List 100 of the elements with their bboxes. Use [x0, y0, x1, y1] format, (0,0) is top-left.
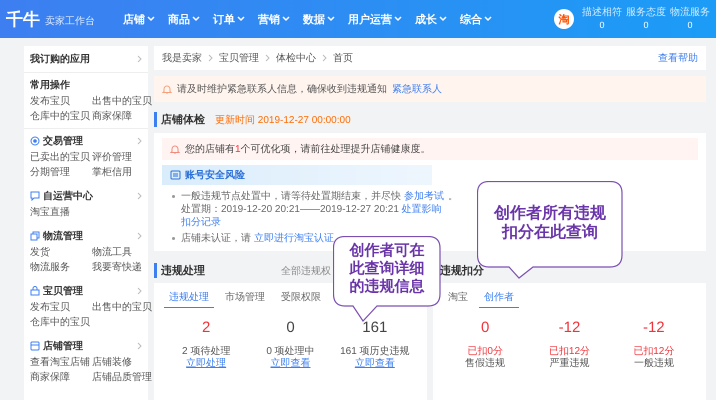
sidebar-section-title: 常用操作 [30, 78, 71, 92]
nav-menu-item[interactable]: 店铺 [123, 12, 155, 26]
section-title: 店铺体检 [161, 112, 205, 127]
stat-label: 严重违规 [549, 358, 590, 370]
chevron-down-icon [192, 16, 200, 22]
risk-link[interactable]: 参加考试 [404, 191, 444, 202]
sidebar-link[interactable]: 评价管理 [92, 151, 142, 164]
tab[interactable]: 市场管理 [220, 287, 270, 308]
deducted-points: 已扣0分 [467, 346, 503, 358]
breadcrumb-link[interactable]: 宝贝管理 [219, 51, 259, 65]
risk-title: 账号安全风险 [185, 168, 245, 182]
stat-value: -12 [558, 322, 580, 334]
bag-icon [30, 286, 40, 296]
stat-label: 161 项历史违规 [340, 346, 410, 358]
chevron-right-icon [265, 54, 270, 62]
tab[interactable]: 淘宝 [443, 287, 473, 308]
sidebar-link[interactable]: 分期管理 [30, 166, 92, 179]
action-link[interactable]: 立即查看 [270, 358, 310, 370]
chevron-right-icon [137, 287, 142, 295]
stat-value: -12 [642, 322, 665, 334]
sidebar-section-title[interactable]: 店铺管理 [43, 339, 134, 353]
sidebar-link[interactable]: 仓库中的宝贝 [30, 316, 92, 329]
sidebar-link[interactable]: 发布宝贝 [30, 95, 92, 108]
metric-value: 0 [599, 19, 604, 31]
notice-text: 请及时维护紧急联系人信息，确保收到违规通知 [177, 82, 387, 96]
risk-item: 店铺未认证，请 立即进行淘宝认证 [181, 232, 335, 245]
sidebar-link[interactable]: 我要寄快递 [92, 261, 142, 274]
nav-menu-item[interactable]: 订单 [213, 12, 245, 26]
tab[interactable]: 违规处理 [164, 287, 214, 308]
risk-link[interactable]: 处置影响 [402, 204, 442, 215]
callout-text: 创作者所有违规扣分在此查询 [492, 204, 607, 242]
action-link[interactable]: 立即查看 [354, 358, 395, 370]
stat-value: 0 [480, 322, 490, 334]
chevron-right-icon [137, 192, 142, 200]
chevron-down-icon [394, 16, 402, 22]
stat-value: 161 [362, 322, 388, 334]
sidebar-link[interactable]: 出售中的宝贝 [92, 95, 152, 108]
bullet-dot [172, 237, 175, 240]
stat-label: 0 项处理中 [266, 346, 315, 358]
stat-label: 售假违规 [465, 358, 506, 370]
sidebar-link[interactable]: 店铺装修 [92, 356, 152, 369]
document-icon [170, 170, 181, 180]
sidebar-section-title[interactable]: 交易管理 [43, 134, 134, 148]
metric-label: 物流服务 [670, 7, 710, 19]
nav-menu-item[interactable]: 商品 [168, 12, 200, 26]
chevron-right-icon [322, 54, 327, 62]
sidebar-link[interactable]: 商家保障 [92, 110, 152, 123]
chevron-right-icon [137, 137, 142, 145]
chevron-right-icon [208, 54, 213, 62]
sidebar-section-title[interactable]: 自运营中心 [43, 189, 134, 203]
bullet-dot [172, 195, 175, 198]
breadcrumb-link[interactable]: 我是卖家 [162, 51, 202, 65]
sidebar-link[interactable]: 发布宝贝 [30, 301, 92, 314]
sidebar-link[interactable]: 掌柜信用 [92, 166, 142, 179]
metric-label: 服务态度 [626, 7, 666, 19]
tab[interactable]: 创作者 [479, 287, 519, 308]
chevron-down-icon [237, 16, 245, 22]
bell-icon [162, 84, 172, 94]
deducted-points: 已扣12分 [548, 346, 590, 358]
deducted-points: 已扣12分 [633, 346, 674, 358]
risk-link[interactable]: 扣分记录 [181, 217, 221, 228]
sidebar-link[interactable]: 商家保障 [30, 371, 92, 384]
bell-icon [170, 144, 180, 154]
breadcrumb-link[interactable]: 首页 [333, 51, 353, 65]
chevron-down-icon [282, 16, 290, 22]
chevron-down-icon [327, 16, 335, 22]
sidebar-link[interactable]: 物流工具 [92, 246, 142, 259]
stat-value: 2 [202, 322, 210, 334]
logo-text: 千牛 [6, 8, 40, 30]
sidebar-link[interactable]: 查看淘宝店铺 [30, 356, 92, 369]
sidebar-link[interactable]: 出售中的宝贝 [92, 301, 152, 314]
chevron-right-icon [137, 55, 142, 63]
callout-text: 创作者可在此查询详细的违规信息 [348, 242, 426, 296]
tab[interactable]: 受限权限 [276, 287, 326, 308]
risk-link[interactable]: 立即进行淘宝认证 [254, 233, 334, 244]
sidebar-link[interactable]: 发货 [30, 246, 92, 259]
sidebar-section-title[interactable]: 宝贝管理 [43, 284, 134, 298]
chevron-right-icon [137, 232, 142, 240]
sidebar-link[interactable]: 已卖出的宝贝 [30, 151, 92, 164]
sidebar-link[interactable]: 店铺品质管理 [92, 371, 152, 384]
sidebar-header[interactable]: 我订购的应用 [24, 46, 148, 73]
contact-link[interactable]: 紧急联系人 [392, 82, 442, 96]
sidebar-link[interactable]: 淘宝直播 [30, 206, 92, 219]
sidebar-link[interactable]: 物流服务 [30, 261, 92, 274]
chat-icon [30, 191, 40, 201]
sidebar-link[interactable]: 仓库中的宝贝 [30, 110, 92, 123]
logo-subtitle: 卖家工作台 [45, 14, 95, 28]
cube-icon [30, 231, 40, 241]
sidebar-section-title[interactable]: 物流管理 [43, 229, 134, 243]
chevron-right-icon [137, 342, 142, 350]
stat-label: 一般违规 [634, 358, 674, 370]
stat-value: 0 [286, 322, 295, 334]
nav-menu-item[interactable]: 营销 [258, 12, 290, 26]
metric-value: 0 [687, 19, 692, 31]
help-link[interactable]: 查看帮助 [658, 51, 698, 65]
action-link[interactable]: 立即处理 [186, 358, 226, 370]
breadcrumb-link[interactable]: 体检中心 [276, 51, 316, 65]
chevron-down-icon [147, 16, 155, 22]
section-title: 违规扣分 [440, 264, 484, 278]
update-time: 更新时间 2019-12-27 00:00:00 [215, 114, 351, 126]
